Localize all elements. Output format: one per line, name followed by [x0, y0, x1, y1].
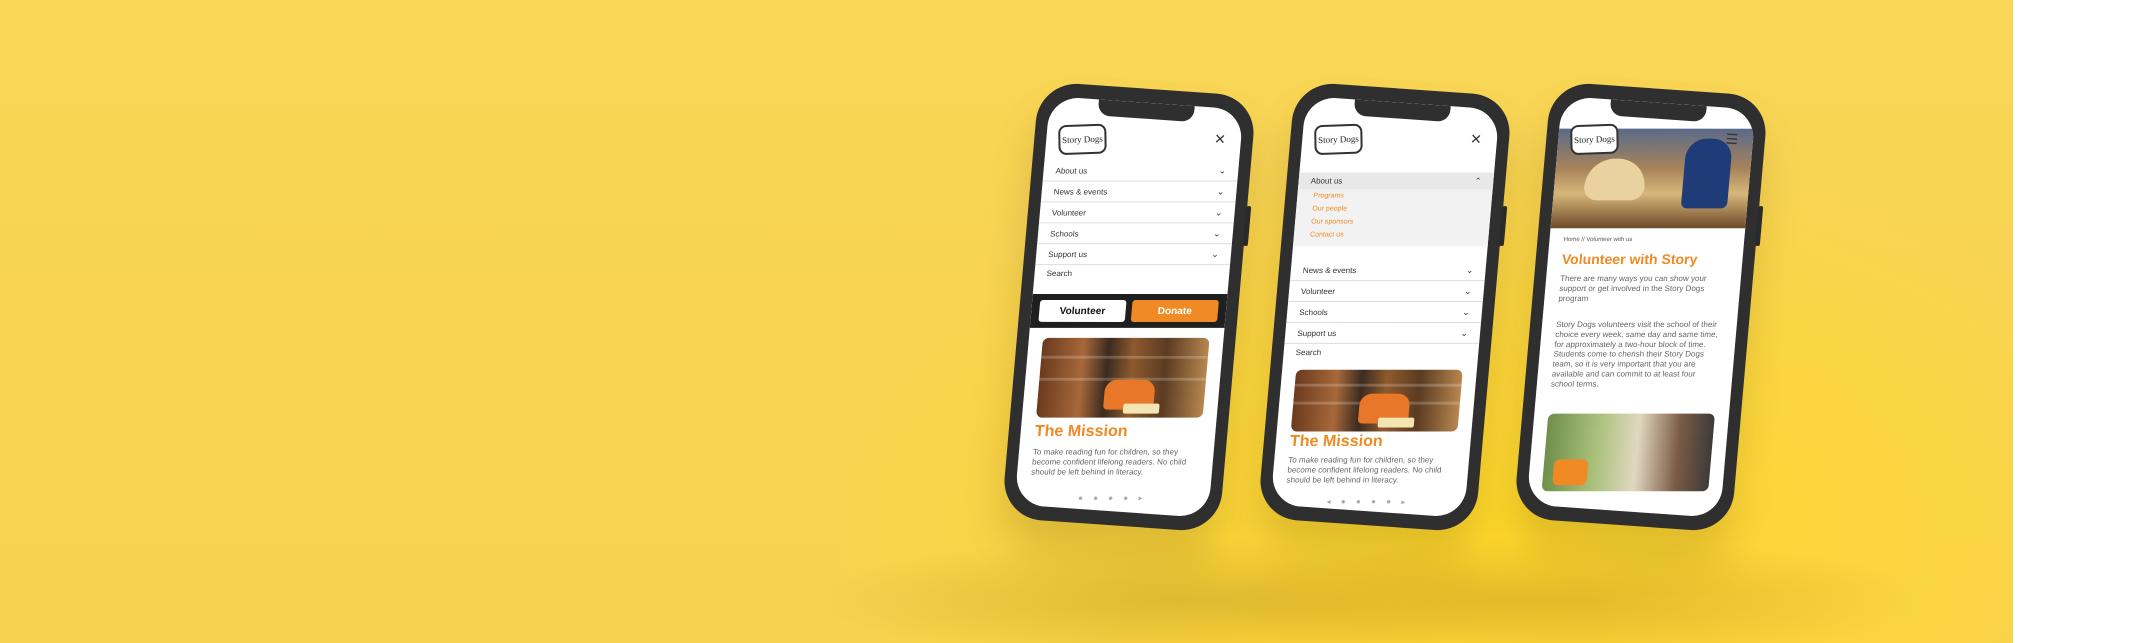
nav-menu: About us ⌄ News & events ⌄ Volunteer ⌄ Scho…	[1034, 154, 1240, 290]
menu-item-volunteer[interactable]: Volunteer ⌄	[1288, 281, 1485, 303]
menu-item-about-us[interactable]: About us ⌄	[1042, 160, 1240, 182]
body-text: Story Dogs volunteers visit the school o…	[1550, 319, 1719, 389]
menu-item-schools[interactable]: Schools ⌄	[1286, 302, 1483, 323]
menu-item-about-us[interactable]: About us ⌃	[1297, 172, 1495, 190]
submenu-item-programs[interactable]: Programs	[1297, 189, 1493, 202]
phone-frame: Story Dogs ✕ About us ⌃ Programs Our peop…	[1257, 81, 1513, 533]
chevron-down-icon: ⌄	[1214, 206, 1224, 217]
phone-frame: Story Dogs ☰ Home // Volunteer with us V…	[1513, 81, 1769, 533]
chevron-down-icon: ⌄	[1461, 306, 1471, 317]
breadcrumb: Home // Volunteer with us	[1563, 236, 1633, 243]
reading-child-photo	[1290, 369, 1463, 432]
submenu-panel: About us ⌃ Programs Our people Our sponso…	[1292, 172, 1495, 247]
breadcrumb-current: Volunteer with us	[1586, 236, 1633, 243]
phone-side-button	[1498, 205, 1508, 247]
mission-text: To make reading fun for children, so the…	[1286, 455, 1442, 485]
submenu-item-contact-us[interactable]: Contact us	[1293, 228, 1489, 241]
menu-item-volunteer[interactable]: Volunteer ⌄	[1038, 202, 1236, 224]
section-heading: The Mission	[1034, 422, 1129, 440]
menu-item-support-us[interactable]: Support us ⌄	[1035, 244, 1232, 266]
cta-bar: Volunteer Donate	[1029, 294, 1228, 328]
story-dogs-logo[interactable]: Story Dogs	[1570, 123, 1619, 156]
phone-mockup-menu: Story Dogs ✕ About us ⌄ News & events ⌄ Vo…	[1001, 81, 1257, 533]
phone-screen: Story Dogs ☰ Home // Volunteer with us V…	[1526, 96, 1756, 518]
carousel-dots[interactable]: ● ● ● ● ▸	[1015, 493, 1211, 502]
story-dogs-logo[interactable]: Story Dogs	[1314, 123, 1363, 156]
phone-notch	[1609, 99, 1707, 123]
chevron-down-icon: ⌄	[1465, 264, 1475, 275]
hamburger-menu-icon[interactable]: ☰	[1724, 131, 1739, 148]
story-dogs-logo[interactable]: Story Dogs	[1058, 123, 1107, 156]
phone-notch	[1353, 99, 1451, 123]
promo-banner-background: Story Dogs ✕ About us ⌄ News & events ⌄ Vo…	[0, 0, 2013, 643]
donate-button[interactable]: Donate	[1130, 300, 1219, 322]
phone-frame: Story Dogs ✕ About us ⌄ News & events ⌄ Vo…	[1001, 81, 1257, 533]
page-title: Volunteer with Story	[1561, 251, 1699, 268]
menu-item-news-events[interactable]: News & events ⌄	[1289, 260, 1487, 282]
reading-child-photo	[1036, 337, 1210, 418]
mission-text: To make reading fun for children, so the…	[1030, 447, 1187, 477]
breadcrumb-home[interactable]: Home	[1563, 237, 1580, 243]
nav-menu: News & events ⌄ Volunteer ⌄ Schools ⌄ Suppo…	[1283, 253, 1487, 368]
volunteer-button[interactable]: Volunteer	[1038, 300, 1127, 322]
phone-mockup-volunteer-page: Story Dogs ☰ Home // Volunteer with us V…	[1513, 81, 1769, 533]
chevron-up-icon: ⌃	[1474, 176, 1482, 186]
section-heading: The Mission	[1289, 432, 1384, 450]
phone-screen: Story Dogs ✕ About us ⌄ News & events ⌄ Vo…	[1014, 96, 1244, 518]
chevron-down-icon: ⌄	[1460, 327, 1469, 338]
chevron-down-icon: ⌄	[1216, 185, 1225, 196]
submenu-item-our-people[interactable]: Our people	[1296, 202, 1492, 215]
submenu-item-our-sponsors[interactable]: Our sponsors	[1295, 215, 1491, 228]
chevron-down-icon: ⌄	[1210, 248, 1220, 259]
intro-text: There are many ways you can show your su…	[1558, 274, 1707, 303]
carousel-dots[interactable]: ◂ ● ● ● ● ▸	[1270, 497, 1465, 506]
menu-item-support-us[interactable]: Support us ⌄	[1284, 322, 1481, 344]
phone-side-button	[1754, 205, 1764, 247]
volunteer-people-photo	[1541, 413, 1715, 492]
menu-item-schools[interactable]: Schools ⌄	[1037, 223, 1234, 245]
menu-item-news-events[interactable]: News & events ⌄	[1040, 181, 1238, 203]
phone-notch	[1097, 99, 1195, 123]
chevron-down-icon: ⌄	[1212, 227, 1222, 238]
chevron-down-icon: ⌄	[1218, 165, 1227, 176]
search-link[interactable]: Search	[1283, 344, 1479, 362]
phone-screen: Story Dogs ✕ About us ⌃ Programs Our peop…	[1270, 96, 1500, 518]
blank-right-margin	[2013, 0, 2149, 643]
search-link[interactable]: Search	[1034, 265, 1230, 283]
chevron-down-icon: ⌄	[1463, 285, 1473, 296]
close-icon[interactable]: ✕	[1468, 131, 1483, 148]
phone-mockup-submenu: Story Dogs ✕ About us ⌃ Programs Our peop…	[1257, 81, 1513, 533]
close-icon[interactable]: ✕	[1212, 131, 1227, 148]
phone-side-button	[1242, 205, 1252, 247]
